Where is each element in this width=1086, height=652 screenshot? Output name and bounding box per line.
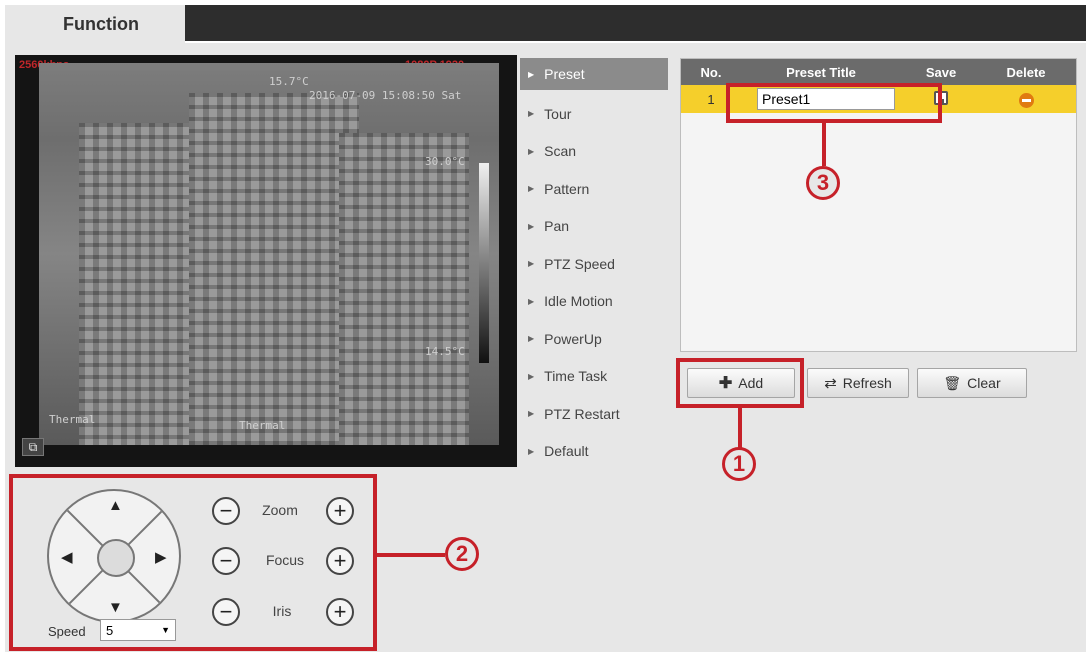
temperature-scale-bar xyxy=(479,163,489,363)
chevron-right-icon: ▶ xyxy=(528,409,535,419)
chevron-right-icon: ▶ xyxy=(528,109,535,119)
clear-button[interactable]: 🗑 Clear xyxy=(917,368,1027,398)
trash-icon: 🗑 xyxy=(943,374,962,391)
menu-item-label: Time Task xyxy=(544,368,608,385)
highlight-ptz-panel xyxy=(9,474,377,651)
delete-cell xyxy=(981,90,1071,108)
menu-item-tour[interactable]: ▶ Tour xyxy=(520,95,668,133)
osd-channel-name: Thermal xyxy=(49,413,96,426)
function-menu: ▶ Preset ▶ Tour ▶ Scan ▶ Pattern ▶ Pan ▶ PTZ S… xyxy=(520,58,668,470)
column-header-delete: Delete xyxy=(1006,64,1046,80)
chevron-right-icon: ▶ xyxy=(528,296,535,306)
menu-item-scan[interactable]: ▶ Scan xyxy=(520,133,668,171)
menu-item-pattern[interactable]: ▶ Pattern xyxy=(520,170,668,208)
highlight-add-button xyxy=(676,358,804,408)
menu-item-label: Pattern xyxy=(544,180,590,197)
menu-item-preset[interactable]: ▶ Preset xyxy=(520,58,668,90)
chevron-right-icon: ▶ xyxy=(528,259,535,269)
menu-item-ptz-restart[interactable]: ▶ PTZ Restart xyxy=(520,395,668,433)
menu-item-label: PTZ Restart xyxy=(544,405,620,422)
osd-channel-center: Thermal xyxy=(239,419,286,432)
chevron-right-icon: ▶ xyxy=(528,371,535,381)
callout-1: 1 xyxy=(722,447,756,481)
column-header-title: Preset Title xyxy=(786,64,856,80)
osd-timestamp: 2016-07-09 15:08:50 Sat xyxy=(309,89,462,102)
building-right xyxy=(339,133,469,445)
callout-3: 3 xyxy=(806,166,840,200)
menu-item-label: Default xyxy=(544,443,589,460)
menu-item-powerup[interactable]: ▶ PowerUp xyxy=(520,320,668,358)
chevron-right-icon: ▶ xyxy=(528,446,535,456)
menu-item-label: Tour xyxy=(544,105,572,122)
osd-scale-top: 30.0°C xyxy=(425,155,465,168)
tab-function[interactable]: Function xyxy=(5,5,185,43)
chevron-right-icon: ▶ xyxy=(528,221,535,231)
clear-button-label: Clear xyxy=(967,375,1001,391)
menu-item-label: PowerUp xyxy=(544,330,602,347)
highlight-preset-row xyxy=(726,83,942,123)
refresh-button[interactable]: ⇄ Refresh xyxy=(807,368,909,398)
window-toggle-button[interactable]: ⧉ xyxy=(22,438,44,456)
menu-item-label: Preset xyxy=(544,66,585,82)
column-header-no: No. xyxy=(700,64,722,80)
table-header: No. Preset Title Save Delete xyxy=(681,59,1076,85)
video-preview: 2560kbps 1080P 1920 15.7°C 2016-07-09 15… xyxy=(15,55,517,467)
callout-line-3 xyxy=(822,123,826,166)
chevron-right-icon: ▶ xyxy=(528,69,535,79)
window-icon: ⧉ xyxy=(28,439,38,454)
thermal-image: 15.7°C 2016-07-09 15:08:50 Sat 30.0°C 14… xyxy=(39,63,499,445)
refresh-button-label: Refresh xyxy=(842,375,892,391)
menu-item-label: Scan xyxy=(544,143,577,160)
column-header-save: Save xyxy=(925,64,957,80)
menu-item-label: PTZ Speed xyxy=(544,255,615,272)
osd-scale-bottom: 14.5°C xyxy=(425,345,465,358)
menu-item-label: Pan xyxy=(544,218,570,235)
callout-line-1 xyxy=(738,408,742,448)
delete-icon[interactable] xyxy=(1018,93,1034,108)
callout-2: 2 xyxy=(445,537,479,571)
menu-item-idle-motion[interactable]: ▶ Idle Motion xyxy=(520,283,668,321)
callout-line-2 xyxy=(377,553,445,557)
menu-item-label: Idle Motion xyxy=(544,293,613,310)
menu-item-time-task[interactable]: ▶ Time Task xyxy=(520,358,668,396)
chevron-right-icon: ▶ xyxy=(528,146,535,156)
chevron-right-icon: ▶ xyxy=(528,184,535,194)
menu-item-pan[interactable]: ▶ Pan xyxy=(520,208,668,246)
refresh-icon: ⇄ xyxy=(824,375,837,392)
building-left xyxy=(79,123,199,445)
chevron-right-icon: ▶ xyxy=(528,334,535,344)
building-center xyxy=(189,93,359,445)
osd-small-temp: 15.7°C xyxy=(269,75,309,88)
menu-item-ptz-speed[interactable]: ▶ PTZ Speed xyxy=(520,245,668,283)
menu-item-default[interactable]: ▶ Default xyxy=(520,433,668,471)
